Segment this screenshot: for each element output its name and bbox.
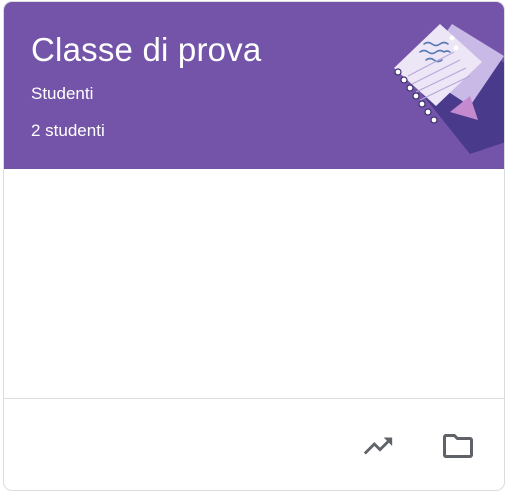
- notebook-illustration: [394, 24, 504, 154]
- student-count: 2 studenti: [31, 121, 105, 140]
- class-card-footer: [4, 399, 504, 490]
- open-grades-button[interactable]: [358, 426, 398, 466]
- open-folder-button[interactable]: [438, 426, 478, 466]
- trending-up-icon: [363, 437, 393, 455]
- class-section: Studenti: [31, 84, 94, 103]
- class-card[interactable]: Classe di prova Studenti 2 studenti: [3, 1, 505, 491]
- class-card-header[interactable]: Classe di prova Studenti 2 studenti: [4, 2, 504, 169]
- class-title[interactable]: Classe di prova: [31, 31, 261, 69]
- class-card-body[interactable]: [4, 169, 504, 399]
- folder-icon: [443, 434, 473, 458]
